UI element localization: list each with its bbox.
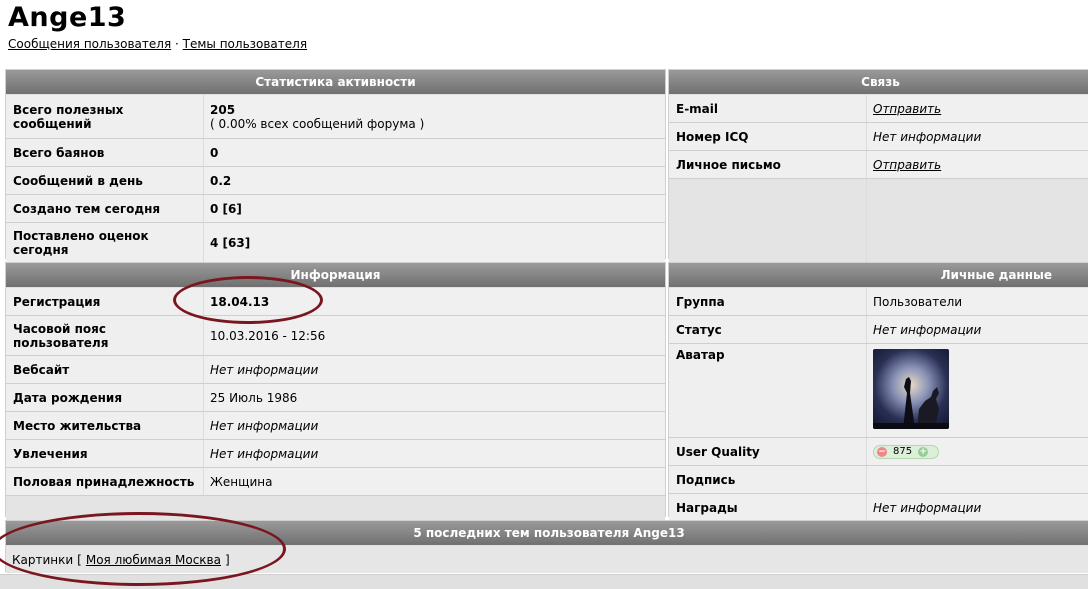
quality-minus-button[interactable]: −: [877, 446, 887, 457]
info-label: Половая принадлежность: [6, 468, 204, 495]
quality-value: 875: [893, 445, 913, 457]
stats-label: Всего полезных сообщений: [6, 95, 204, 138]
send-pm-link[interactable]: Отправить: [873, 158, 1086, 172]
personal-row: Статус Нет информации: [669, 316, 1088, 344]
recent-topics-panel: 5 последних тем пользователя Ange13 Карт…: [5, 520, 1088, 573]
personal-panel: Личные данные Группа Пользователи Статус…: [668, 262, 1088, 521]
bracket-open: [: [77, 552, 82, 567]
stats-row: Всего полезных сообщений 205 ( 0.00% все…: [6, 95, 665, 139]
info-header: Информация: [6, 263, 665, 288]
info-label: Регистрация: [6, 288, 204, 315]
registration-date: 18.04.13: [210, 294, 270, 309]
bracket-close: ]: [224, 552, 230, 567]
info-value: Нет информации: [210, 362, 319, 377]
info-label: Место жительства: [6, 412, 204, 439]
contact-value: Нет информации: [873, 129, 982, 144]
stats-value: 0.2: [210, 173, 232, 188]
contact-row: Личное письмо Отправить: [669, 151, 1088, 179]
stats-value: 0: [210, 145, 219, 160]
info-row: Регистрация 18.04.13: [6, 288, 665, 316]
stats-row: Всего баянов 0: [6, 139, 665, 167]
stats-value: 205: [210, 102, 236, 117]
info-label: Увлечения: [6, 440, 204, 467]
stats-label: Поставлено оценок сегодня: [6, 223, 204, 262]
user-quality-widget: − 875 +: [873, 444, 939, 459]
personal-label: Статус: [669, 316, 867, 343]
contact-row: Номер ICQ Нет информации: [669, 123, 1088, 151]
personal-label: Подпись: [669, 466, 867, 493]
stats-row: Поставлено оценок сегодня 4 [63]: [6, 223, 665, 262]
info-panel: Информация Регистрация 18.04.13 Часовой …: [5, 262, 666, 523]
contact-row: E-mail Отправить: [669, 95, 1088, 123]
contact-label: Номер ICQ: [669, 123, 867, 150]
personal-label: Награды: [669, 494, 867, 521]
personal-row: Группа Пользователи: [669, 288, 1088, 316]
personal-row: Подпись: [669, 466, 1088, 494]
info-row: Вебсайт Нет информации: [6, 356, 665, 384]
personal-row: Аватар: [669, 344, 1088, 438]
recent-topic-row: Картинки [ Моя любимая Москва ]: [6, 546, 1088, 573]
personal-value: Пользователи: [873, 294, 963, 309]
info-value: Нет информации: [210, 446, 319, 461]
stats-label: Сообщений в день: [6, 167, 204, 194]
next-panel-edge: [0, 574, 1088, 589]
recent-topics-header: 5 последних тем пользователя Ange13: [6, 521, 1088, 546]
topic-category: Картинки: [12, 552, 74, 567]
stats-row: Сообщений в день 0.2: [6, 167, 665, 195]
info-label: Часовой пояс пользователя: [6, 316, 204, 355]
stats-label: Создано тем сегодня: [6, 195, 204, 222]
info-row: Дата рождения 25 Июль 1986: [6, 384, 665, 412]
send-email-link[interactable]: Отправить: [873, 102, 1086, 116]
personal-label: Аватар: [669, 344, 867, 437]
stats-row: Создано тем сегодня 0 [6]: [6, 195, 665, 223]
user-messages-link[interactable]: Сообщения пользователя: [8, 37, 171, 51]
contact-filler: [669, 179, 1088, 262]
info-row: Увлечения Нет информации: [6, 440, 665, 468]
personal-label: Группа: [669, 288, 867, 315]
user-links: Сообщения пользователя · Темы пользовате…: [8, 37, 307, 51]
contact-header: Связь: [669, 70, 1088, 95]
stats-header: Статистика активности: [6, 70, 665, 95]
info-label: Дата рождения: [6, 384, 204, 411]
personal-header-label: Личные данные: [940, 268, 1052, 282]
info-filler: [6, 496, 665, 523]
stats-value: 4 [63]: [210, 235, 251, 250]
info-row: Половая принадлежность Женщина: [6, 468, 665, 496]
stats-label: Всего баянов: [6, 139, 204, 166]
contact-panel: Связь E-mail Отправить Номер ICQ Нет инф…: [668, 69, 1088, 262]
link-separator: ·: [175, 37, 179, 51]
personal-header: Личные данные: [669, 263, 1088, 288]
avatar: [873, 349, 949, 429]
personal-value: Нет информации: [873, 500, 982, 515]
contact-label: Личное письмо: [669, 151, 867, 178]
personal-row: User Quality − 875 +: [669, 438, 1088, 466]
info-label: Вебсайт: [6, 356, 204, 383]
page-title: Ange13: [8, 2, 127, 33]
user-topics-link[interactable]: Темы пользователя: [183, 37, 307, 51]
stats-value: 0 [6]: [210, 201, 242, 216]
personal-value: Нет информации: [873, 322, 982, 337]
wolf-silhouette-icon: [873, 377, 949, 429]
stats-subvalue: ( 0.00% всех сообщений форума ): [210, 116, 425, 131]
stats-panel: Статистика активности Всего полезных соо…: [5, 69, 666, 262]
contact-label: E-mail: [669, 95, 867, 122]
info-value: 10.03.2016 - 12:56: [210, 328, 326, 343]
info-value: 25 Июль 1986: [210, 390, 298, 405]
info-row: Часовой пояс пользователя 10.03.2016 - 1…: [6, 316, 665, 356]
personal-row: Награды Нет информации: [669, 494, 1088, 521]
personal-label: User Quality: [669, 438, 867, 465]
topic-link[interactable]: Моя любимая Москва: [86, 553, 221, 567]
info-value: Женщина: [210, 474, 273, 489]
quality-plus-button[interactable]: +: [918, 446, 929, 457]
info-value: Нет информации: [210, 418, 319, 433]
info-row: Место жительства Нет информации: [6, 412, 665, 440]
